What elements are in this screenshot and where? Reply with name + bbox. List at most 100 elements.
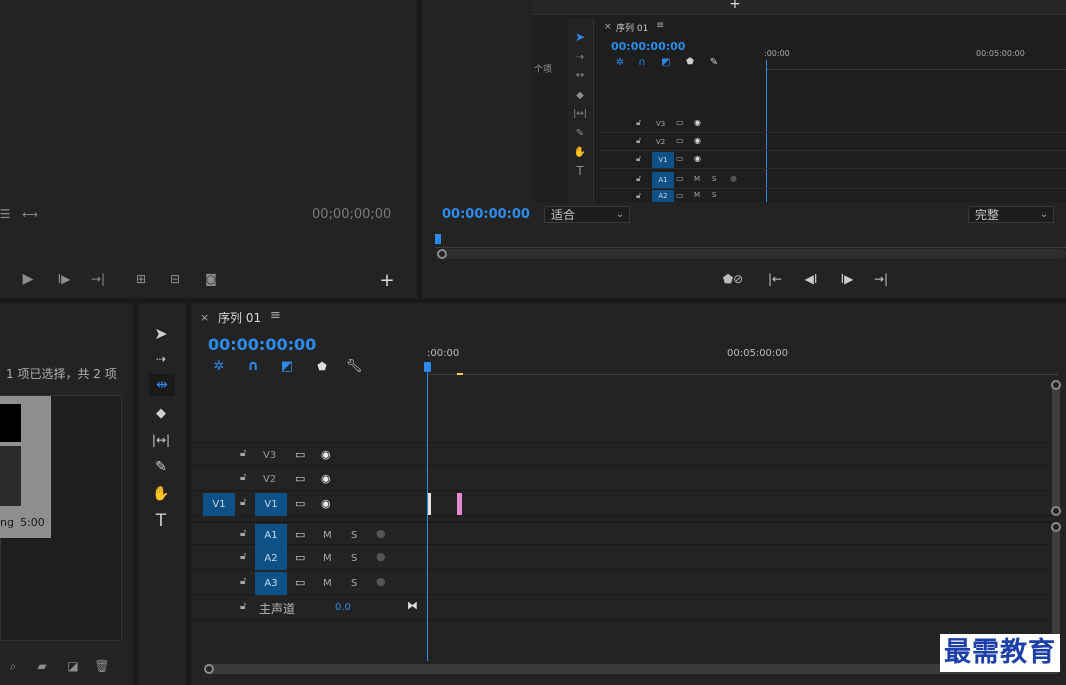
step-back-icon[interactable]: ◀I: [800, 270, 822, 288]
sync-lock-icon[interactable]: ▭: [295, 528, 305, 541]
source-overwrite-icon[interactable]: ⊟: [164, 270, 186, 288]
track-target-a2[interactable]: A2: [255, 547, 287, 570]
marker-icon[interactable]: ⬟: [314, 358, 330, 374]
track-target-a1[interactable]: A1: [255, 524, 287, 547]
source-patch-v1[interactable]: V1: [203, 493, 235, 516]
master-volume[interactable]: 0.0: [335, 602, 351, 613]
mini-eye-icon[interactable]: ◉: [694, 136, 701, 145]
mini-snap-icon[interactable]: ✲: [614, 56, 626, 68]
hscroll-left-handle[interactable]: [204, 664, 214, 674]
mini-tab-menu-icon[interactable]: ≡: [656, 20, 664, 31]
source-insert-icon[interactable]: ⊞: [130, 270, 152, 288]
solo-button[interactable]: S: [351, 553, 357, 564]
eye-icon[interactable]: ◉: [321, 472, 331, 485]
mini-lock-icon[interactable]: 🔓︎: [636, 191, 641, 201]
mini-marker-icon[interactable]: ⬟: [684, 56, 696, 68]
track-target-a3[interactable]: A3: [255, 572, 287, 595]
clip-start-marker[interactable]: [428, 493, 431, 515]
mini-sync-icon[interactable]: ▭: [676, 118, 684, 127]
type-tool-icon[interactable]: T: [150, 510, 172, 532]
program-zoom-bar[interactable]: [438, 249, 1066, 259]
mini-track-target[interactable]: A2: [652, 190, 674, 202]
mute-button[interactable]: M: [323, 553, 332, 564]
hand-tool-icon[interactable]: ✋: [150, 484, 172, 504]
mini-sync-icon[interactable]: ▭: [676, 174, 684, 183]
snap-icon[interactable]: ✲: [211, 358, 227, 374]
source-timecode[interactable]: 00;00;00;00: [312, 207, 391, 222]
mic-icon[interactable]: ●: [376, 550, 386, 563]
mini-lock-icon[interactable]: 🔓︎: [636, 118, 641, 128]
track-select-tool-icon[interactable]: ⇢: [150, 349, 172, 369]
mini-hand-icon[interactable]: ✋: [573, 145, 587, 159]
go-to-out-icon[interactable]: →|: [870, 270, 892, 288]
work-area-marker[interactable]: [457, 373, 463, 375]
lock-icon[interactable]: 🔓︎: [240, 551, 246, 562]
mini-mute-button[interactable]: M: [694, 175, 700, 183]
plus-icon[interactable]: +: [377, 270, 397, 291]
lock-icon[interactable]: 🔓︎: [240, 448, 246, 459]
program-playhead-marker[interactable]: [435, 234, 441, 244]
mini-lock-icon[interactable]: 🔓︎: [636, 136, 641, 146]
mini-slip-icon[interactable]: |↔|: [573, 107, 587, 121]
video-scroll-top-handle[interactable]: [1051, 380, 1061, 390]
lock-icon[interactable]: 🔓︎: [240, 497, 246, 508]
selection-tool-icon[interactable]: ➤: [150, 323, 172, 343]
mini-eye-icon[interactable]: ◉: [694, 154, 701, 163]
source-play-icon[interactable]: ▶: [18, 270, 38, 288]
video-scroll-bottom-handle[interactable]: [1051, 506, 1061, 516]
find-icon[interactable]: ⌕: [6, 659, 20, 673]
mini-mute-button[interactable]: M: [694, 191, 700, 199]
lock-icon[interactable]: 🔓︎: [240, 601, 246, 612]
trash-icon[interactable]: 🗑︎: [94, 659, 109, 673]
timeline-tab-title[interactable]: 序列 01: [218, 309, 261, 326]
add-marker-icon[interactable]: ⬟⊘: [722, 270, 744, 288]
video-vertical-scrollbar[interactable]: [1052, 381, 1060, 513]
sync-lock-icon[interactable]: ▭: [295, 472, 305, 485]
sync-lock-icon[interactable]: ▭: [295, 448, 305, 461]
audio-scroll-top-handle[interactable]: [1051, 522, 1061, 532]
slip-tool-icon[interactable]: |↔|: [148, 430, 174, 450]
mini-tab-close[interactable]: ×: [604, 22, 612, 32]
track-target-v1[interactable]: V1: [255, 493, 287, 516]
new-bin-icon[interactable]: ▰: [34, 659, 50, 673]
lock-icon[interactable]: 🔓︎: [240, 528, 246, 539]
step-forward-icon[interactable]: I▶: [836, 270, 858, 288]
mini-magnet-icon[interactable]: ∩: [636, 56, 648, 68]
source-settings-icon[interactable]: ☰: [0, 207, 10, 221]
lock-icon[interactable]: 🔓︎: [240, 472, 246, 483]
source-step-forward-icon[interactable]: I▶: [54, 270, 74, 288]
mini-selection-tool-icon[interactable]: ➤: [573, 30, 587, 44]
sync-lock-icon[interactable]: ▭: [295, 576, 305, 589]
go-to-in-icon[interactable]: |←: [764, 270, 786, 288]
new-item-icon[interactable]: ◪: [66, 659, 80, 673]
timeline-timecode[interactable]: 00:00:00:00: [208, 335, 316, 354]
source-go-to-out-icon[interactable]: →|: [88, 270, 108, 288]
mute-button[interactable]: M: [323, 530, 332, 541]
program-timecode[interactable]: 00:00:00:00: [442, 207, 530, 222]
ripple-edit-tool-icon[interactable]: ⇹: [149, 374, 175, 396]
mini-mic-icon[interactable]: ●: [730, 174, 737, 183]
mic-icon[interactable]: ●: [376, 575, 386, 588]
bowtie-icon[interactable]: ⧓: [407, 599, 418, 612]
solo-button[interactable]: S: [351, 530, 357, 541]
mini-solo-button[interactable]: S: [712, 191, 716, 199]
eye-icon[interactable]: ◉: [321, 497, 331, 510]
mute-button[interactable]: M: [323, 578, 332, 589]
mini-timecode[interactable]: 00:00:00:00: [611, 40, 685, 53]
program-zoom-handle[interactable]: [437, 249, 447, 259]
clip-pink[interactable]: [457, 493, 462, 515]
source-trim-icon[interactable]: ⟷: [20, 207, 40, 221]
wrench-icon[interactable]: 🔧︎: [346, 358, 363, 374]
fit-select[interactable]: 适合 ⌄: [544, 206, 630, 223]
mini-plus-icon[interactable]: +: [728, 0, 742, 12]
linked-selection-icon[interactable]: ◩: [279, 358, 295, 374]
mini-lock-icon[interactable]: 🔓︎: [636, 154, 641, 164]
mic-icon[interactable]: ●: [376, 527, 386, 540]
mini-track-target[interactable]: V1: [652, 152, 674, 168]
source-export-frame-icon[interactable]: ◙: [200, 270, 222, 288]
sync-lock-icon[interactable]: ▭: [295, 497, 305, 510]
sync-lock-icon[interactable]: ▭: [295, 551, 305, 564]
mini-sync-icon[interactable]: ▭: [676, 136, 684, 145]
mini-razor-icon[interactable]: ◆: [573, 88, 587, 102]
mini-sync-icon[interactable]: ▭: [676, 154, 684, 163]
